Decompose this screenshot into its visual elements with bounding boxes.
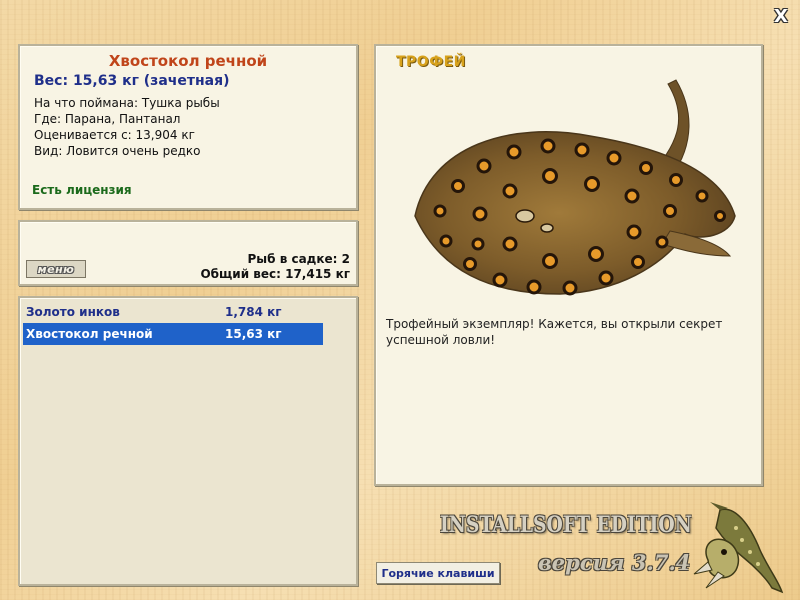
catch-name: Хвостокол речной — [26, 327, 153, 341]
catch-weight: 15,63 кг — [225, 327, 282, 341]
detail-location: Где: Парана, Пантанал — [34, 112, 181, 126]
detail-bait: На что поймана: Тушка рыбы — [34, 96, 220, 110]
fish-details: На что поймана: Тушка рыбы Где: Парана, … — [32, 95, 344, 159]
catch-row-selected[interactable]: Хвостокол речной 15,63 кг — [23, 323, 323, 345]
stingray-image — [414, 79, 736, 296]
detail-threshold: Оценивается с: 13,904 кг — [34, 128, 195, 142]
keepnet-stats: Рыб в садке: 2 Общий вес: 17,415 кг — [200, 252, 350, 282]
fish-weight: Вес: 15,63 кг (зачетная) — [34, 73, 230, 89]
license-status: Есть лицензия — [32, 183, 132, 197]
detail-rarity: Вид: Ловится очень редко — [34, 144, 201, 158]
edition-logo: INSTALLSOFT EDITION — [440, 512, 692, 538]
trophy-description: Трофейный экземпляр! Кажется, вы открыли… — [386, 317, 723, 347]
hotkeys-button[interactable]: Горячие клавиши — [376, 562, 500, 584]
catch-row[interactable]: Золото инков 1,784 кг — [23, 301, 323, 323]
fish-info-panel: Хвостокол речной Вес: 15,63 кг (зачетная… — [18, 44, 358, 210]
catch-name: Золото инков — [26, 305, 120, 319]
trophy-panel: ТРОФЕЙ Трофейный экземпляр! Кажется, вы … — [374, 44, 763, 486]
version-label: версия 3.7.4 — [538, 550, 691, 575]
menu-button[interactable]: меню — [26, 260, 86, 278]
keepnet-stats-panel: меню Рыб в садке: 2 Общий вес: 17,415 кг — [18, 220, 358, 286]
total-weight: Общий вес: 17,415 кг — [200, 267, 350, 281]
catch-weight: 1,784 кг — [225, 305, 282, 319]
fish-name: Хвостокол речной — [108, 52, 268, 70]
pike-fish-icon — [693, 502, 784, 594]
catch-list: Золото инков 1,784 кг Хвостокол речной 1… — [18, 296, 358, 586]
fish-count: Рыб в садке: 2 — [247, 252, 351, 266]
close-button[interactable]: X — [772, 8, 790, 26]
